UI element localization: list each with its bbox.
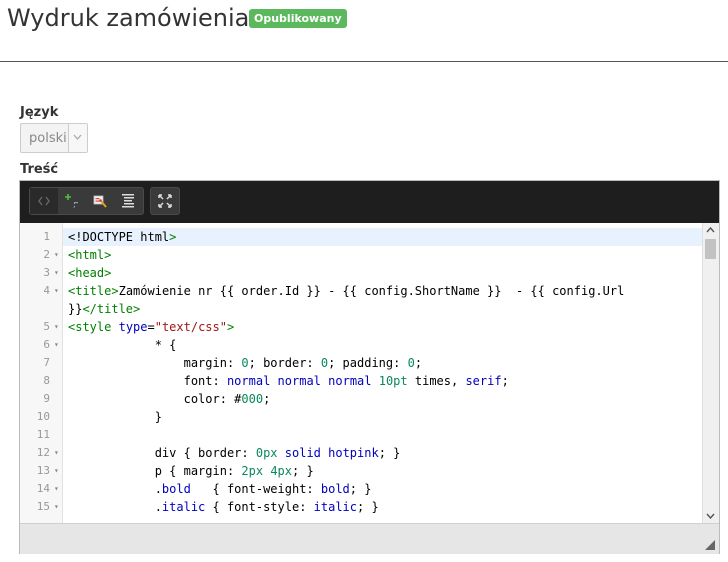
svg-text:;: ;: [72, 200, 77, 209]
code-line-highlight: [63, 426, 702, 444]
fold-arrow-icon[interactable]: ▾: [54, 462, 59, 480]
header-divider: [0, 61, 728, 62]
line-number: 7: [43, 356, 50, 369]
code-line[interactable]: 6 ▾ * {: [20, 336, 702, 354]
code-line[interactable]: 8 font: normal normal normal 10pt times,…: [20, 372, 702, 390]
insert-variable-icon: ;: [65, 194, 78, 209]
code-text: }}</title>: [68, 302, 141, 316]
content-label: Treść: [20, 162, 59, 177]
code-line[interactable]: 9 color: #000;: [20, 390, 702, 408]
fold-arrow-icon[interactable]: ▾: [54, 336, 59, 354]
fold-arrow-icon[interactable]: ▾: [54, 444, 59, 462]
code-text: <!DOCTYPE html>: [68, 230, 177, 244]
language-select-value: polski: [29, 131, 67, 146]
code-area[interactable]: 1 <!DOCTYPE html> 2 ▾ <html> 3 ▾ <head> 4 ▾ <title…: [20, 223, 719, 523]
code-text: .bold { font-weight: bold; }: [68, 482, 372, 496]
code-text: * {: [68, 338, 177, 352]
line-number: 2: [43, 248, 50, 261]
line-number: 1: [43, 230, 50, 243]
code-line[interactable]: 1 <!DOCTYPE html>: [20, 228, 702, 246]
code-text: color: #000;: [68, 392, 271, 406]
code-line[interactable]: 4 ▾ <title>Zamówienie nr {{ order.Id }} - …: [20, 282, 702, 300]
code-text: <head>: [68, 266, 112, 280]
line-number: 9: [43, 392, 50, 405]
code-line[interactable]: }}</title>: [20, 300, 702, 318]
format-icon: [122, 194, 134, 208]
code-line[interactable]: 13 ▾ p { margin: 2px 4px; }: [20, 462, 702, 480]
code-line[interactable]: 15 ▾ .italic { font-style: italic; }: [20, 498, 702, 516]
fullscreen-icon: [158, 194, 172, 208]
fold-arrow-icon[interactable]: ▾: [54, 318, 59, 336]
code-text: font: normal normal normal 10pt times, s…: [68, 374, 509, 388]
code-text: <title>Zamówienie nr {{ order.Id }} - {{…: [68, 284, 625, 298]
code-line-highlight: [63, 246, 702, 264]
code-editor[interactable]: ; 1 <!DOCTYPE html> 2 ▾ <html> 3 ▾ <head> 4 ▾ <tit…: [19, 180, 720, 554]
fold-arrow-icon[interactable]: ▾: [54, 282, 59, 300]
line-number: 10: [36, 410, 50, 423]
code-text: <style type="text/css">: [68, 320, 235, 334]
chevron-down-icon: [68, 124, 87, 152]
language-label: Język: [20, 105, 59, 120]
line-number: 14: [36, 482, 50, 495]
line-number: 15: [36, 500, 50, 513]
line-number: 13: [36, 464, 50, 477]
editor-statusbar: [20, 523, 719, 554]
vertical-scrollbar[interactable]: [702, 223, 719, 523]
code-text: }: [68, 410, 162, 424]
line-number: 4: [43, 284, 50, 297]
page-header: Wydruk zamówienia Opublikowany: [0, 0, 728, 62]
format-button[interactable]: [114, 188, 142, 214]
status-badge: Opublikowany: [249, 9, 347, 28]
toolbar-group-view: [150, 187, 180, 215]
fold-arrow-icon[interactable]: ▾: [54, 498, 59, 516]
line-number: 6: [43, 338, 50, 351]
highlight-button[interactable]: [86, 188, 114, 214]
code-line[interactable]: 12 ▾ div { border: 0px solid hotpink; }: [20, 444, 702, 462]
scrollbar-thumb[interactable]: [705, 239, 716, 259]
code-view-button[interactable]: [30, 188, 58, 214]
fold-arrow-icon[interactable]: ▾: [54, 246, 59, 264]
code-line[interactable]: 5 ▾ <style type="text/css">: [20, 318, 702, 336]
code-line[interactable]: 3 ▾ <head>: [20, 264, 702, 282]
code-text: p { margin: 2px 4px; }: [68, 464, 314, 478]
code-text: margin: 0; border: 0; padding: 0;: [68, 356, 423, 370]
language-select[interactable]: polski: [20, 123, 88, 153]
code-text: div { border: 0px solid hotpink; }: [68, 446, 401, 460]
resize-handle-icon[interactable]: [705, 540, 715, 550]
code-line[interactable]: 10 }: [20, 408, 702, 426]
code-line[interactable]: 11: [20, 426, 702, 444]
line-number: 3: [43, 266, 50, 279]
toolbar-group-main: ;: [29, 187, 144, 215]
line-number: 5: [43, 320, 50, 333]
fold-arrow-icon[interactable]: ▾: [54, 480, 59, 498]
code-line[interactable]: 14 ▾ .bold { font-weight: bold; }: [20, 480, 702, 498]
code-line-highlight: [63, 300, 702, 318]
scroll-up-icon[interactable]: [706, 227, 715, 233]
code-line-highlight: [63, 264, 702, 282]
page-title: Wydruk zamówienia: [7, 4, 250, 32]
highlight-icon: [93, 195, 107, 208]
insert-variable-button[interactable]: ;: [58, 188, 86, 214]
code-line[interactable]: 7 margin: 0; border: 0; padding: 0;: [20, 354, 702, 372]
line-number: 12: [36, 446, 50, 459]
line-number: 11: [36, 428, 50, 441]
code-text: .italic { font-style: italic; }: [68, 500, 379, 514]
fullscreen-button[interactable]: [151, 188, 179, 214]
line-number: 8: [43, 374, 50, 387]
editor-toolbar: ;: [20, 181, 719, 223]
code-text: <html>: [68, 248, 112, 262]
code-line[interactable]: 2 ▾ <html>: [20, 246, 702, 264]
scroll-down-icon[interactable]: [706, 513, 715, 519]
code-view-icon: [38, 196, 50, 206]
fold-arrow-icon[interactable]: ▾: [54, 264, 59, 282]
